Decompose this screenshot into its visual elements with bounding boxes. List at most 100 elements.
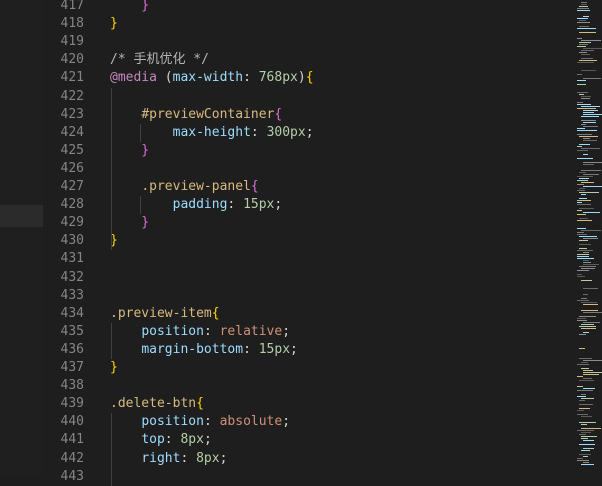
code-token: 8px: [180, 432, 204, 448]
minimap-line: [583, 262, 591, 263]
code-token: margin-bottom: [141, 341, 244, 357]
minimap-line: [583, 260, 589, 261]
minimap-line: [581, 50, 594, 51]
line-number: 418: [60, 16, 84, 32]
minimap-line: [583, 252, 589, 253]
code-line[interactable]: 417 }: [43, 0, 573, 15]
code-line[interactable]: 427 .preview-panel{: [43, 178, 573, 196]
minimap-line: [579, 334, 586, 335]
line-number: 423: [60, 106, 84, 122]
minimap-line: [583, 78, 601, 79]
indent-guide: [140, 123, 141, 142]
line-number: 424: [60, 124, 84, 140]
code-line[interactable]: 432: [43, 269, 573, 287]
code-token: :: [164, 432, 181, 448]
minimap-line: [577, 190, 585, 191]
minimap-line: [577, 176, 593, 177]
minimap-line: [577, 256, 589, 257]
minimap-line: [577, 128, 585, 129]
code-line[interactable]: 428 padding: 15px;: [43, 196, 573, 214]
code-line[interactable]: 429 }: [43, 214, 573, 232]
minimap-line: [581, 362, 588, 363]
minimap[interactable]: [573, 0, 602, 475]
code-line[interactable]: 422: [43, 88, 573, 106]
code-token: :: [203, 323, 220, 339]
minimap-line: [577, 458, 583, 459]
minimap-line: [581, 124, 586, 125]
code-line[interactable]: 441 top: 8px;: [43, 431, 573, 449]
minimap-line: [583, 388, 595, 389]
code-text: }: [110, 15, 118, 33]
code-line[interactable]: 418}: [43, 15, 573, 33]
code-line[interactable]: 424 max-height: 300px;: [43, 124, 573, 142]
code-token: {: [250, 179, 259, 194]
minimap-line: [577, 202, 582, 203]
minimap-line: [577, 10, 590, 11]
code-text: }: [110, 214, 149, 232]
minimap-line: [579, 6, 588, 7]
code-text: right: 8px;: [110, 450, 227, 468]
line-number: 421: [60, 70, 84, 86]
code-text: }: [110, 359, 118, 377]
explorer-selected-row[interactable]: [0, 205, 43, 227]
code-token: }: [110, 142, 150, 158]
code-editor[interactable]: 417 } 418} 419 420/* 手机优化 */421 @media (max-…: [43, 0, 573, 486]
code-line[interactable]: 421 @media (max-width: 768px){: [43, 69, 573, 87]
minimap-line: [583, 448, 594, 449]
code-token: @media: [110, 70, 157, 86]
code-line[interactable]: 437}: [43, 359, 573, 377]
code-text: .preview-item{: [110, 305, 220, 323]
code-line[interactable]: 439 .delete-btn{: [43, 395, 573, 413]
minimap-line: [577, 204, 591, 205]
code-line[interactable]: 443: [43, 468, 573, 486]
code-line[interactable]: 419: [43, 33, 573, 51]
code-line[interactable]: 436 margin-bottom: 15px;: [43, 341, 573, 359]
minimap-line: [583, 140, 597, 141]
minimap-line: [577, 22, 590, 23]
minimap-line: [577, 184, 584, 185]
code-text: position: absolute;: [110, 413, 290, 431]
minimap-line: [579, 144, 590, 145]
code-token: {: [196, 396, 204, 412]
minimap-line: [577, 8, 589, 9]
minimap-line: [581, 98, 590, 99]
code-line[interactable]: 434 .preview-item{: [43, 305, 573, 323]
line-number: 427: [60, 179, 84, 194]
code-line[interactable]: 435 position: relative;: [43, 323, 573, 341]
minimap-line: [581, 432, 591, 433]
minimap-line: [579, 188, 585, 189]
minimap-line: [579, 404, 593, 405]
code-token: }: [110, 0, 150, 13]
code-line[interactable]: 420 /* 手机优化 */: [43, 51, 573, 69]
code-line[interactable]: 440 position: absolute;: [43, 413, 573, 431]
minimap-line: [577, 376, 583, 377]
code-line[interactable]: 431: [43, 250, 573, 268]
minimap-line: [577, 430, 594, 431]
minimap-line: [577, 258, 594, 259]
minimap-line: [579, 208, 594, 209]
minimap-line: [577, 250, 593, 251]
code-line[interactable]: 430}: [43, 232, 573, 250]
code-line[interactable]: 438: [43, 377, 573, 395]
minimap-line: [583, 154, 588, 155]
minimap-line: [583, 186, 602, 187]
code-token: {: [211, 305, 220, 321]
minimap-line: [583, 264, 599, 265]
minimap-line: [577, 180, 588, 181]
code-text: #previewContainer{: [110, 106, 282, 124]
minimap-line: [583, 370, 593, 371]
code-line[interactable]: 425 }: [43, 142, 573, 160]
code-line[interactable]: 442 right: 8px;: [43, 450, 573, 468]
indent-guide: [140, 196, 141, 215]
code-line[interactable]: 426: [43, 160, 573, 178]
code-token: :: [243, 341, 259, 357]
code-token: }: [110, 16, 118, 32]
minimap-line: [581, 182, 594, 183]
code-line[interactable]: 433: [43, 287, 573, 305]
minimap-line: [581, 368, 589, 369]
code-line[interactable]: 423 #previewContainer{: [43, 106, 573, 124]
minimap-line: [579, 380, 594, 381]
